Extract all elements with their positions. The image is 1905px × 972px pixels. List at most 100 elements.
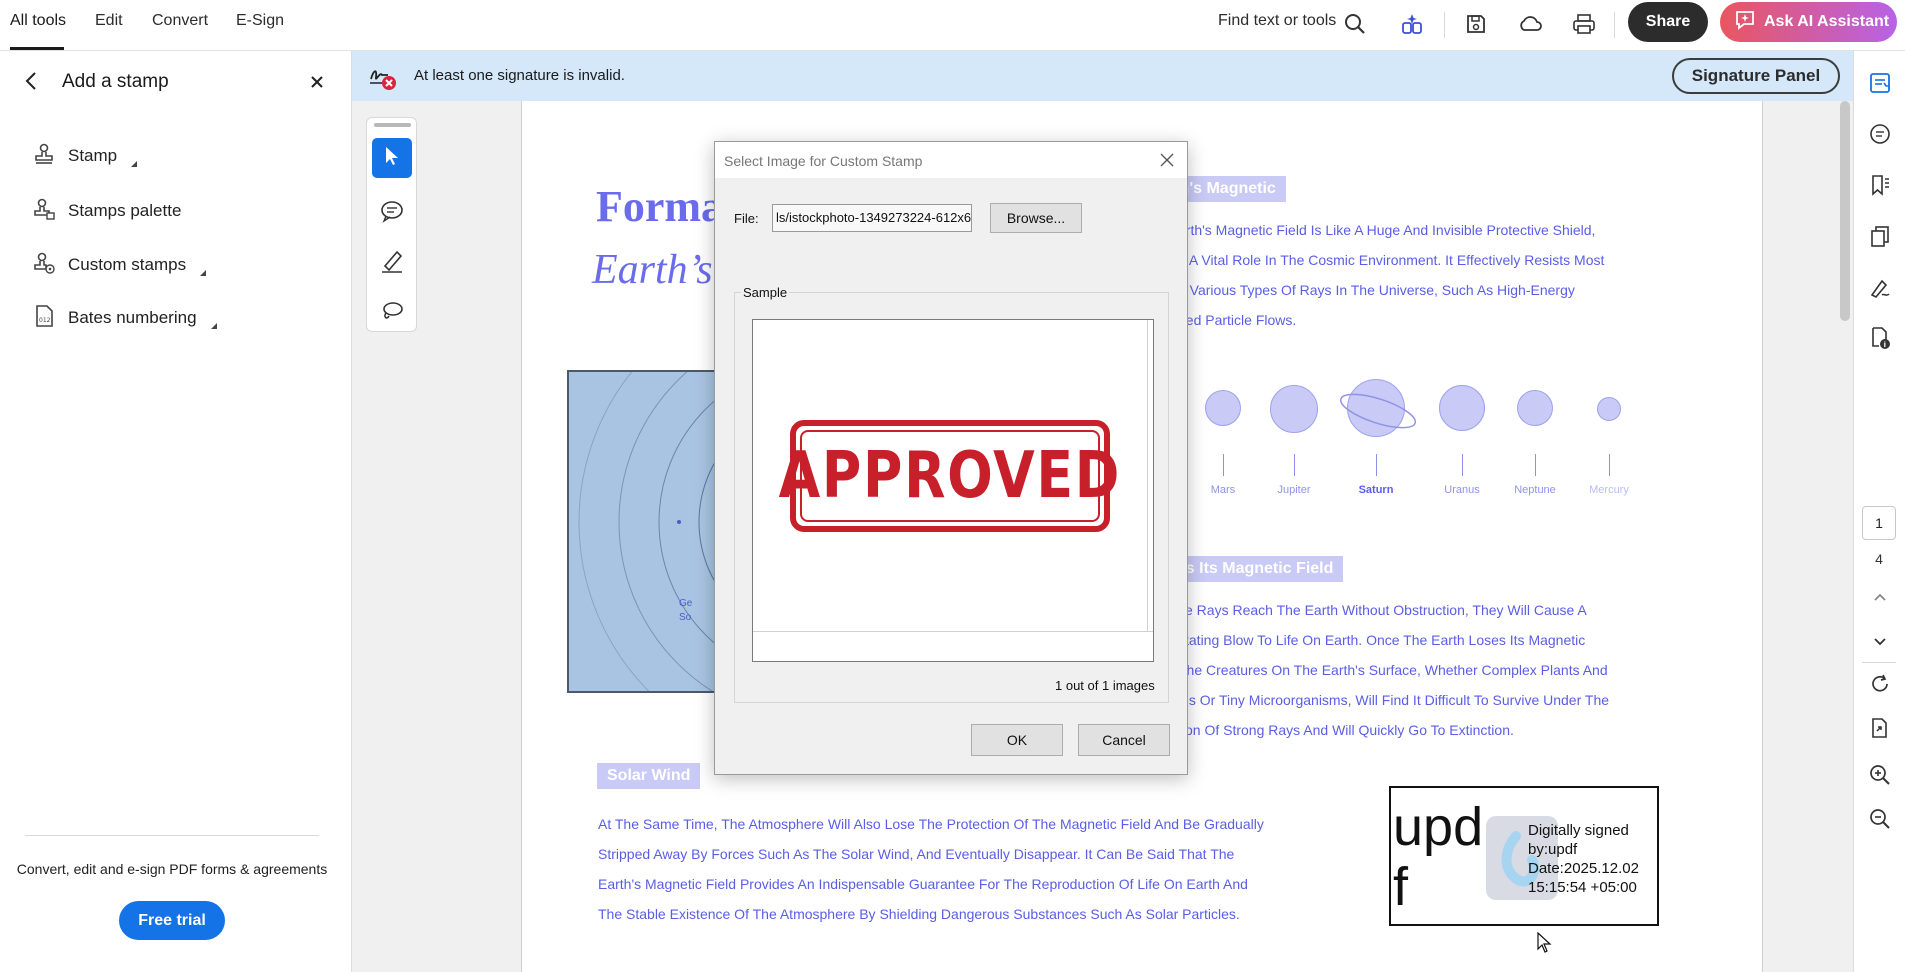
- planet-uranus: [1439, 385, 1485, 431]
- ai-tools-icon[interactable]: [1397, 9, 1427, 39]
- custom-stamps-label: Custom stamps: [68, 255, 187, 274]
- top-toolbar: All tools Edit Convert E-Sign Find text …: [0, 0, 1905, 51]
- comment-panel-icon[interactable]: [1867, 121, 1893, 147]
- total-pages: 4: [1875, 551, 1883, 567]
- panel-title: Add a stamp: [62, 71, 169, 92]
- tab-convert[interactable]: Convert: [152, 12, 208, 30]
- planet-label: Mercury: [1589, 484, 1629, 496]
- para2-line: se Rays Reach The Earth Without Obstruct…: [1178, 602, 1587, 618]
- para3-line: Stripped Away By Forces Such As The Sola…: [598, 846, 1235, 862]
- paragraph-loses-magnetic: se Rays Reach The Earth Without Obstruct…: [1178, 595, 1609, 745]
- signature-detail-line: Digitally signed: [1528, 822, 1629, 839]
- cloud-upload-icon[interactable]: [1515, 9, 1545, 39]
- para1-line: e Various Types Of Rays In The Universe,…: [1178, 282, 1575, 298]
- image-count-text: 1 out of 1 images: [1055, 678, 1155, 693]
- para1-line: arth's Magnetic Field Is Like A Huge And…: [1178, 222, 1596, 238]
- signature-detail-line: 15:15:54 +05:00: [1528, 879, 1637, 896]
- submenu-corner-icon: [210, 323, 217, 329]
- bates-numbering-menu-item[interactable]: 012 Bates numbering: [32, 303, 217, 333]
- para1-line: g A Vital Role In The Cosmic Environment…: [1178, 252, 1605, 268]
- signature-detail-line: by:updf: [1528, 841, 1578, 858]
- free-trial-button[interactable]: Free trial: [119, 901, 225, 940]
- planet-tick: [1223, 454, 1224, 476]
- mouse-cursor-icon: [1536, 931, 1552, 954]
- preview-divider: [753, 631, 1153, 632]
- signature-notice-bar: At least one signature is invalid.: [352, 51, 1853, 101]
- find-text-or-tools[interactable]: Find text or tools: [1218, 12, 1336, 30]
- ai-assistant-icon: [1734, 9, 1756, 36]
- ask-ai-assistant-button[interactable]: Ask AI Assistant: [1720, 2, 1897, 42]
- planet-label: Mars: [1210, 484, 1236, 496]
- zoom-out-icon[interactable]: [1867, 806, 1893, 832]
- sample-preview: APPROVED: [752, 319, 1154, 662]
- lasso-draw-icon[interactable]: [377, 296, 407, 326]
- stamp-icon: [32, 142, 56, 171]
- print-icon[interactable]: [1569, 9, 1599, 39]
- stamps-palette-menu-item[interactable]: Stamps palette: [32, 196, 181, 226]
- chevron-down-icon[interactable]: [1867, 629, 1893, 655]
- tab-edit[interactable]: Edit: [95, 12, 123, 30]
- tab-all-tools[interactable]: All tools: [10, 12, 66, 30]
- doc-title-line2: Earth’s: [592, 247, 713, 293]
- bates-numbering-label: Bates numbering: [68, 308, 197, 327]
- cancel-button[interactable]: Cancel: [1078, 724, 1170, 756]
- zoom-in-icon[interactable]: [1867, 762, 1893, 788]
- chevron-up-icon[interactable]: [1867, 584, 1893, 610]
- signature-details: Digitally signed by:updf Date:2025.12.02…: [1528, 821, 1639, 897]
- stamp-menu-item[interactable]: Stamp: [32, 141, 138, 171]
- file-path-field[interactable]: ls/istockphoto-1349273224-612x612.pdf: [772, 204, 972, 232]
- panel-divider: [25, 835, 319, 836]
- document-properties-icon[interactable]: [1867, 70, 1893, 96]
- signature-panel-button[interactable]: Signature Panel: [1672, 58, 1840, 94]
- planet-tick: [1462, 454, 1463, 476]
- toolbar-divider: [1444, 12, 1445, 38]
- comment-icon[interactable]: [377, 196, 407, 226]
- preview-scrollbar: [1147, 320, 1154, 631]
- tab-e-sign[interactable]: E-Sign: [236, 12, 284, 30]
- doc-title-line1: Forma: [596, 182, 724, 231]
- planet-label: Saturn: [1358, 484, 1394, 496]
- custom-stamps-icon: [32, 251, 56, 280]
- para2-line: tion Of Strong Rays And Will Quickly Go …: [1178, 722, 1514, 738]
- paragraph-magnetic: arth's Magnetic Field Is Like A Huge And…: [1178, 215, 1604, 335]
- digital-signature-field[interactable]: upd f Digitally signed by:updf Date:2025…: [1389, 786, 1659, 926]
- close-icon[interactable]: [308, 73, 326, 91]
- custom-stamps-menu-item[interactable]: Custom stamps: [32, 250, 207, 280]
- planet-label: Uranus: [1444, 484, 1480, 496]
- section-tag-solar-wind: Solar Wind: [597, 763, 701, 789]
- active-tab-underline: [10, 47, 64, 50]
- ai-assistant-label: Ask AI Assistant: [1764, 13, 1890, 30]
- diagram-caption-2: So: [679, 612, 692, 623]
- save-icon[interactable]: [1461, 9, 1491, 39]
- document-info-icon[interactable]: i: [1867, 325, 1893, 351]
- select-tool-button[interactable]: [372, 138, 412, 178]
- notice-text: At least one signature is invalid.: [414, 67, 625, 84]
- rotate-icon[interactable]: [1867, 671, 1893, 697]
- paragraph-solar-wind: At The Same Time, The Atmosphere Will Al…: [598, 809, 1264, 929]
- vertical-scrollbar[interactable]: [1840, 101, 1850, 321]
- extract-page-icon[interactable]: [1867, 715, 1893, 741]
- fill-sign-icon[interactable]: [1867, 274, 1893, 300]
- cursor-arrow-icon: [382, 145, 402, 172]
- page-thumbnails-icon[interactable]: [1867, 223, 1893, 249]
- current-page-input[interactable]: 1: [1862, 506, 1896, 540]
- file-label: File:: [734, 211, 759, 226]
- promo-text: Convert, edit and e-sign PDF forms & agr…: [16, 861, 328, 877]
- invalid-signature-icon: [368, 61, 398, 91]
- back-arrow-icon[interactable]: [20, 69, 44, 93]
- signature-name-large-2: f: [1393, 857, 1409, 917]
- ok-button[interactable]: OK: [971, 724, 1063, 756]
- drag-handle[interactable]: [374, 123, 411, 127]
- signature-name-large: upd: [1393, 797, 1484, 857]
- planet-tick: [1609, 454, 1610, 476]
- browse-button[interactable]: Browse...: [990, 203, 1082, 233]
- search-icon[interactable]: [1340, 9, 1370, 39]
- stamps-palette-icon: [32, 197, 56, 226]
- share-button[interactable]: Share: [1628, 2, 1708, 42]
- rail-divider: [1862, 662, 1896, 663]
- highlighter-icon[interactable]: [377, 246, 407, 276]
- dialog-close-icon[interactable]: [1159, 152, 1175, 168]
- diagram-caption-1: Ge: [679, 598, 693, 609]
- bookmark-icon[interactable]: [1867, 172, 1893, 198]
- sample-label: Sample: [741, 285, 790, 300]
